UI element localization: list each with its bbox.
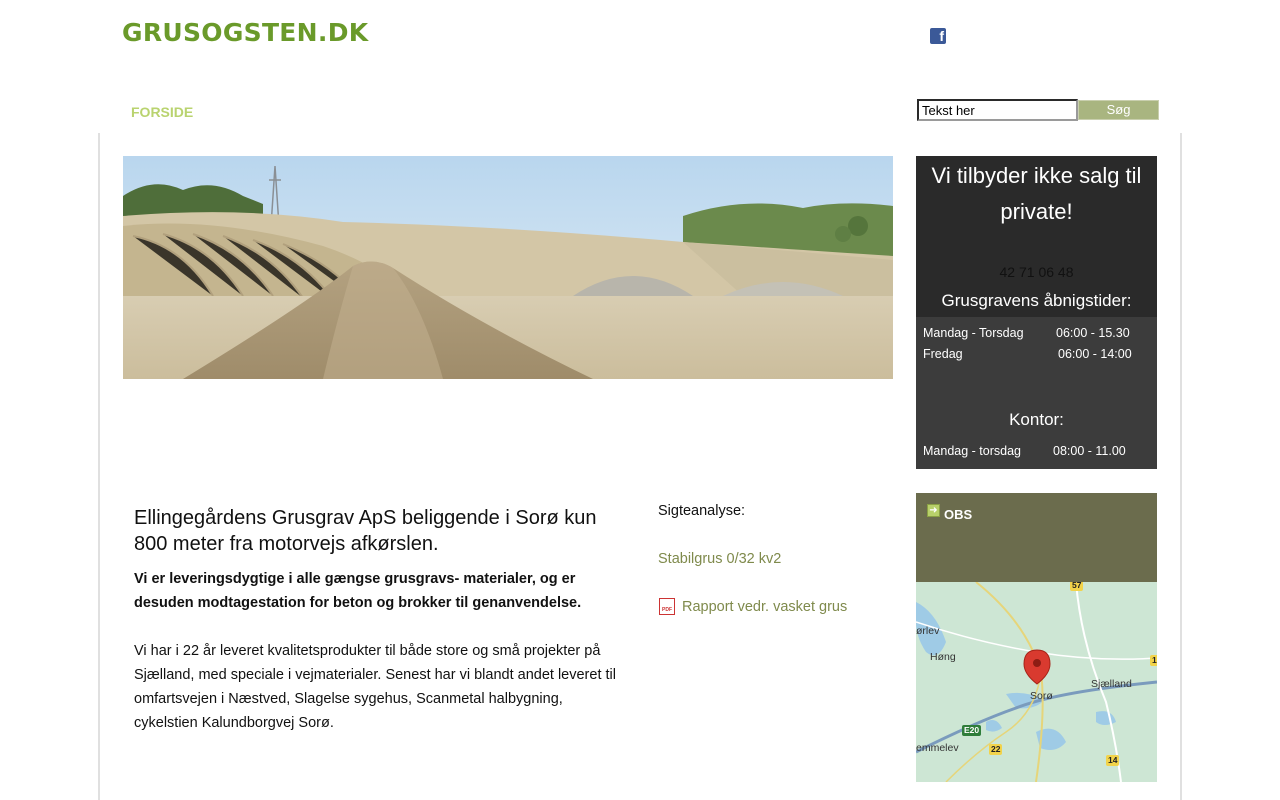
opening-time: 06:00 - 15.30 [1056, 326, 1130, 340]
intro-bold-text: Vi er leveringsdygtige i alle gængse gru… [134, 571, 582, 611]
hero-image [123, 156, 893, 379]
info-box: Vi tilbyder ikke salg til private! 42 71… [916, 156, 1157, 469]
intro-body-text: Vi har i 22 år leveret kvalitetsprodukte… [134, 643, 616, 731]
obs-label: OBS [944, 507, 973, 522]
map-label-soro: Sorø [1030, 690, 1053, 702]
map-label-orlev: ørlev [916, 625, 940, 637]
nav-home-link[interactable]: FORSIDE [131, 104, 193, 120]
search-input[interactable] [917, 99, 1078, 121]
road-shield: 1 [1150, 655, 1157, 666]
map-label-hong: Høng [930, 651, 956, 663]
frame-right-line [1180, 133, 1182, 800]
obs-box: ➜ OBS [916, 493, 1157, 582]
frame-left-line [98, 133, 100, 800]
office-day: Mandag - torsdag [923, 444, 1021, 458]
stabilgrus-link[interactable]: Stabilgrus 0/32 kv2 [658, 551, 781, 567]
opening-hours-title: Grusgravens åbnigstider: [941, 291, 1132, 310]
road-shield: E20 [962, 725, 982, 736]
site-logo[interactable]: GRUSOGSTEN.DK [122, 18, 368, 47]
page-title: Ellingegårdens Grusgrav ApS beliggende i… [134, 507, 597, 555]
opening-day: Mandag - Torsdag [923, 326, 1024, 340]
map-label-sjaelland: Sjælland [1091, 678, 1132, 690]
office-time: 08:00 - 11.00 [1053, 444, 1126, 458]
pdf-icon[interactable] [659, 598, 675, 615]
search-button[interactable]: Søg [1078, 100, 1159, 120]
arrow-right-icon: ➜ [927, 504, 940, 517]
road-shield: 22 [989, 744, 1003, 755]
road-shield: 14 [1106, 755, 1120, 766]
office-hours-title: Kontor: [1009, 410, 1064, 429]
opening-time: 06:00 - 14:00 [1058, 347, 1132, 361]
facebook-icon[interactable]: f [930, 28, 946, 44]
opening-day: Fredag [923, 347, 963, 361]
opening-hours-panel: Mandag - Torsdag 06:00 - 15.30 Fredag 06… [916, 317, 1157, 469]
map-label-emmelev: emmelev [916, 742, 959, 754]
washed-gravel-report-link[interactable]: Rapport vedr. vasket grus [682, 599, 847, 615]
no-private-sales-notice: Vi tilbyder ikke salg til private! [931, 163, 1142, 224]
road-shield: 57 [1070, 582, 1084, 591]
phone-number: 42 71 06 48 [999, 264, 1074, 280]
sieve-analysis-label: Sigteanalyse: [658, 503, 746, 519]
location-map[interactable]: ørlev Høng Sjælland Sorø emmelev 57 1 E2… [916, 582, 1157, 782]
